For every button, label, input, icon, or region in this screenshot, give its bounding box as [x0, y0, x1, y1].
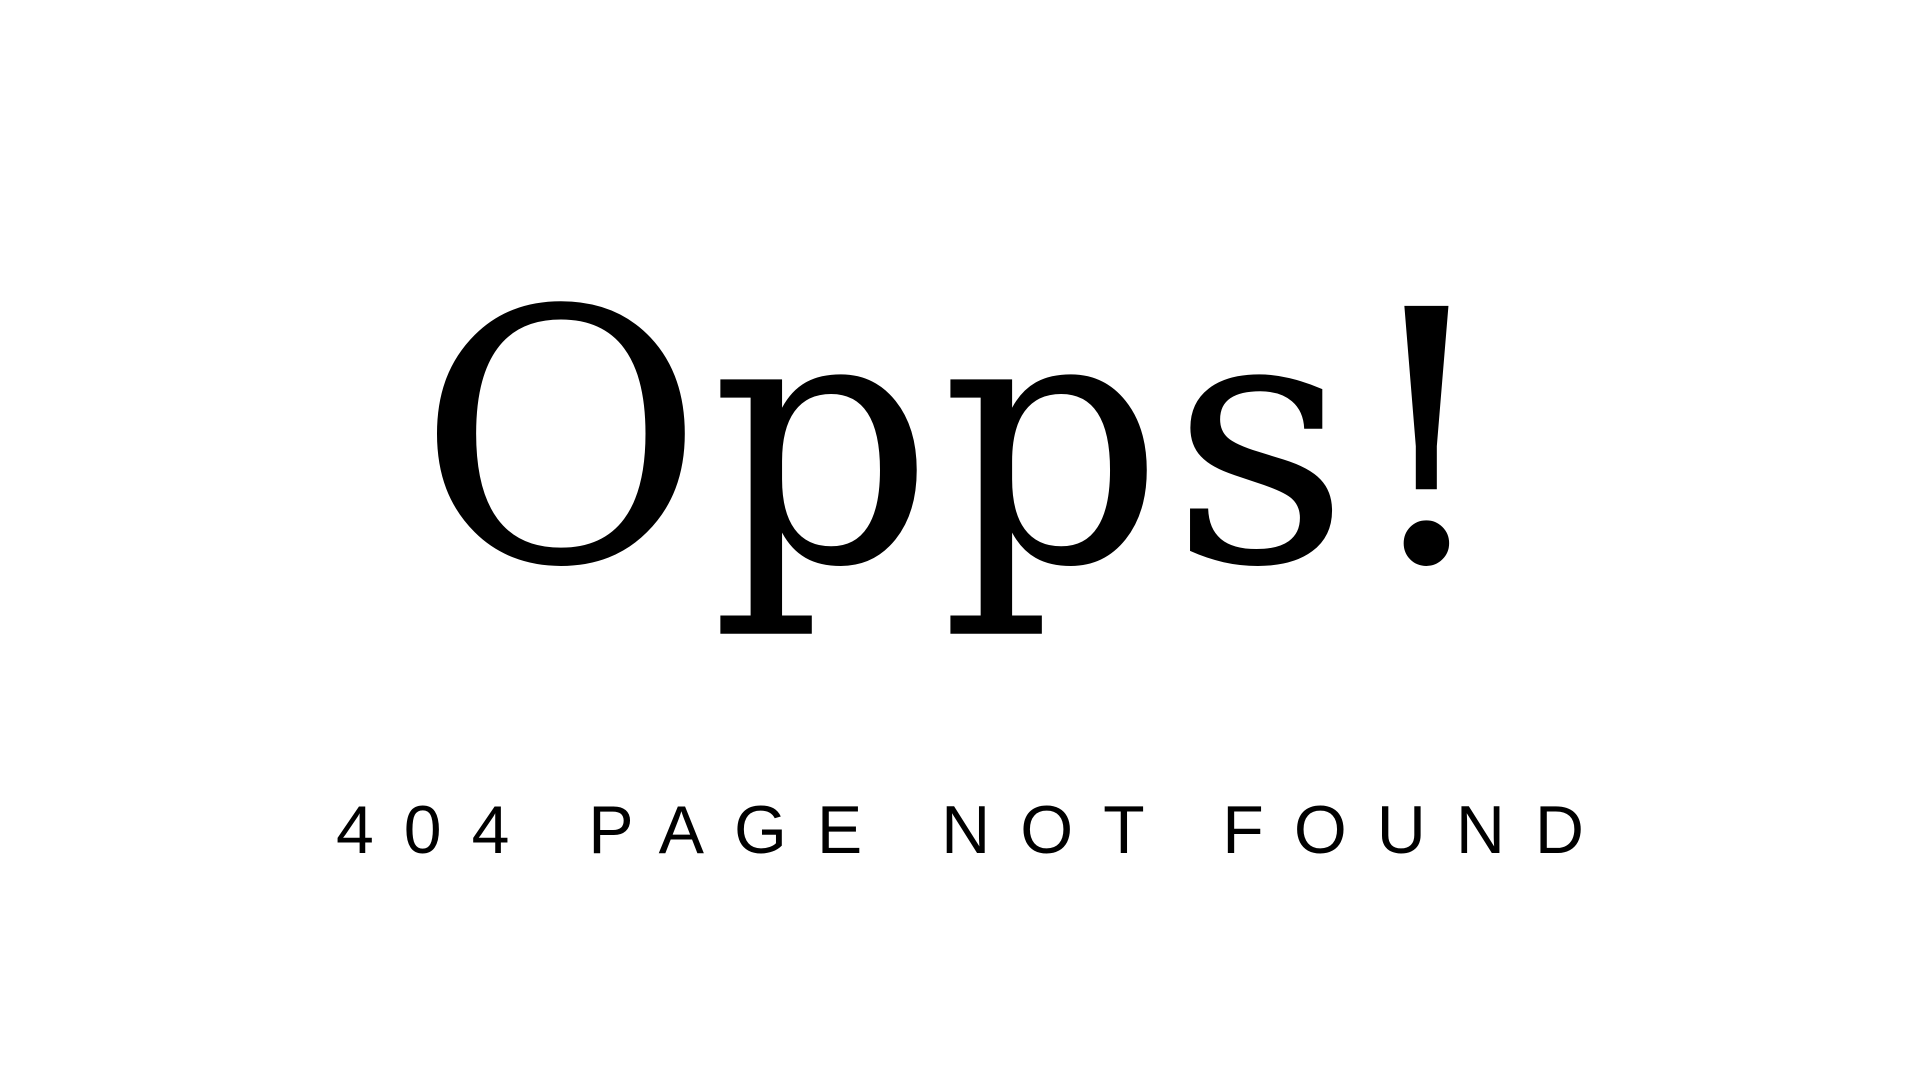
error-page: Opps! 404 PAGE NOT FOUND [0, 0, 1920, 1080]
error-message: 404 PAGE NOT FOUND [335, 792, 1615, 868]
error-headline: Opps! [417, 236, 1503, 644]
